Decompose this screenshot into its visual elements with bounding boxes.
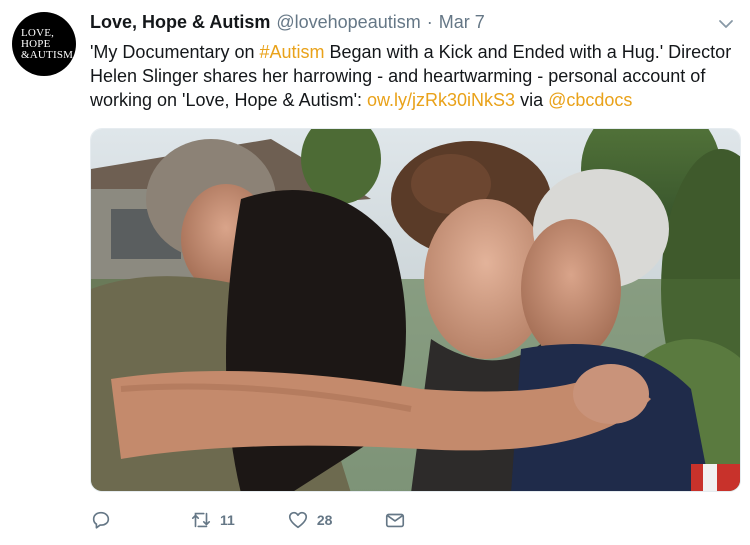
envelope-icon (386, 513, 405, 528)
like-count: 28 (316, 512, 333, 528)
photo-group-hug (91, 129, 740, 491)
separator-dot: · (426, 12, 433, 32)
tweet-actions: 11 28 (90, 505, 406, 535)
hashtag-link[interactable]: #Autism (260, 42, 325, 62)
tweet-text: 'My Documentary on #Autism Began with a … (90, 40, 740, 112)
tweet-timestamp[interactable]: Mar 7 (439, 12, 485, 33)
heart-icon (288, 511, 307, 529)
like-button[interactable]: 28 (287, 509, 333, 531)
avatar-line-1: LOVE, (21, 26, 55, 39)
tweet-header: Love, Hope & Autism @lovehopeautism · Ma… (90, 12, 485, 34)
tweet-photo[interactable] (90, 128, 741, 492)
author-handle[interactable]: @lovehopeautism (276, 12, 420, 33)
retweet-icon (191, 512, 211, 528)
reply-button[interactable] (90, 509, 112, 531)
retweet-count: 11 (220, 512, 235, 528)
tweet-text-part-3: via (515, 90, 549, 110)
retweet-button[interactable]: 11 (190, 509, 235, 531)
tweet-text-part-1: 'My Documentary on (90, 42, 260, 62)
url-link[interactable]: ow.ly/jzRk30iNkS3 (367, 90, 515, 110)
avatar-line-2: HOPE (21, 37, 51, 50)
direct-message-button[interactable] (384, 509, 406, 531)
reply-icon (92, 511, 110, 529)
mention-link[interactable]: @cbcdocs (548, 90, 632, 110)
author-name[interactable]: Love, Hope & Autism (90, 12, 270, 33)
avatar-line-3: &AUTISM (21, 48, 74, 61)
avatar[interactable]: LOVE, HOPE &AUTISM (12, 12, 76, 76)
chevron-down-icon[interactable] (716, 14, 736, 34)
